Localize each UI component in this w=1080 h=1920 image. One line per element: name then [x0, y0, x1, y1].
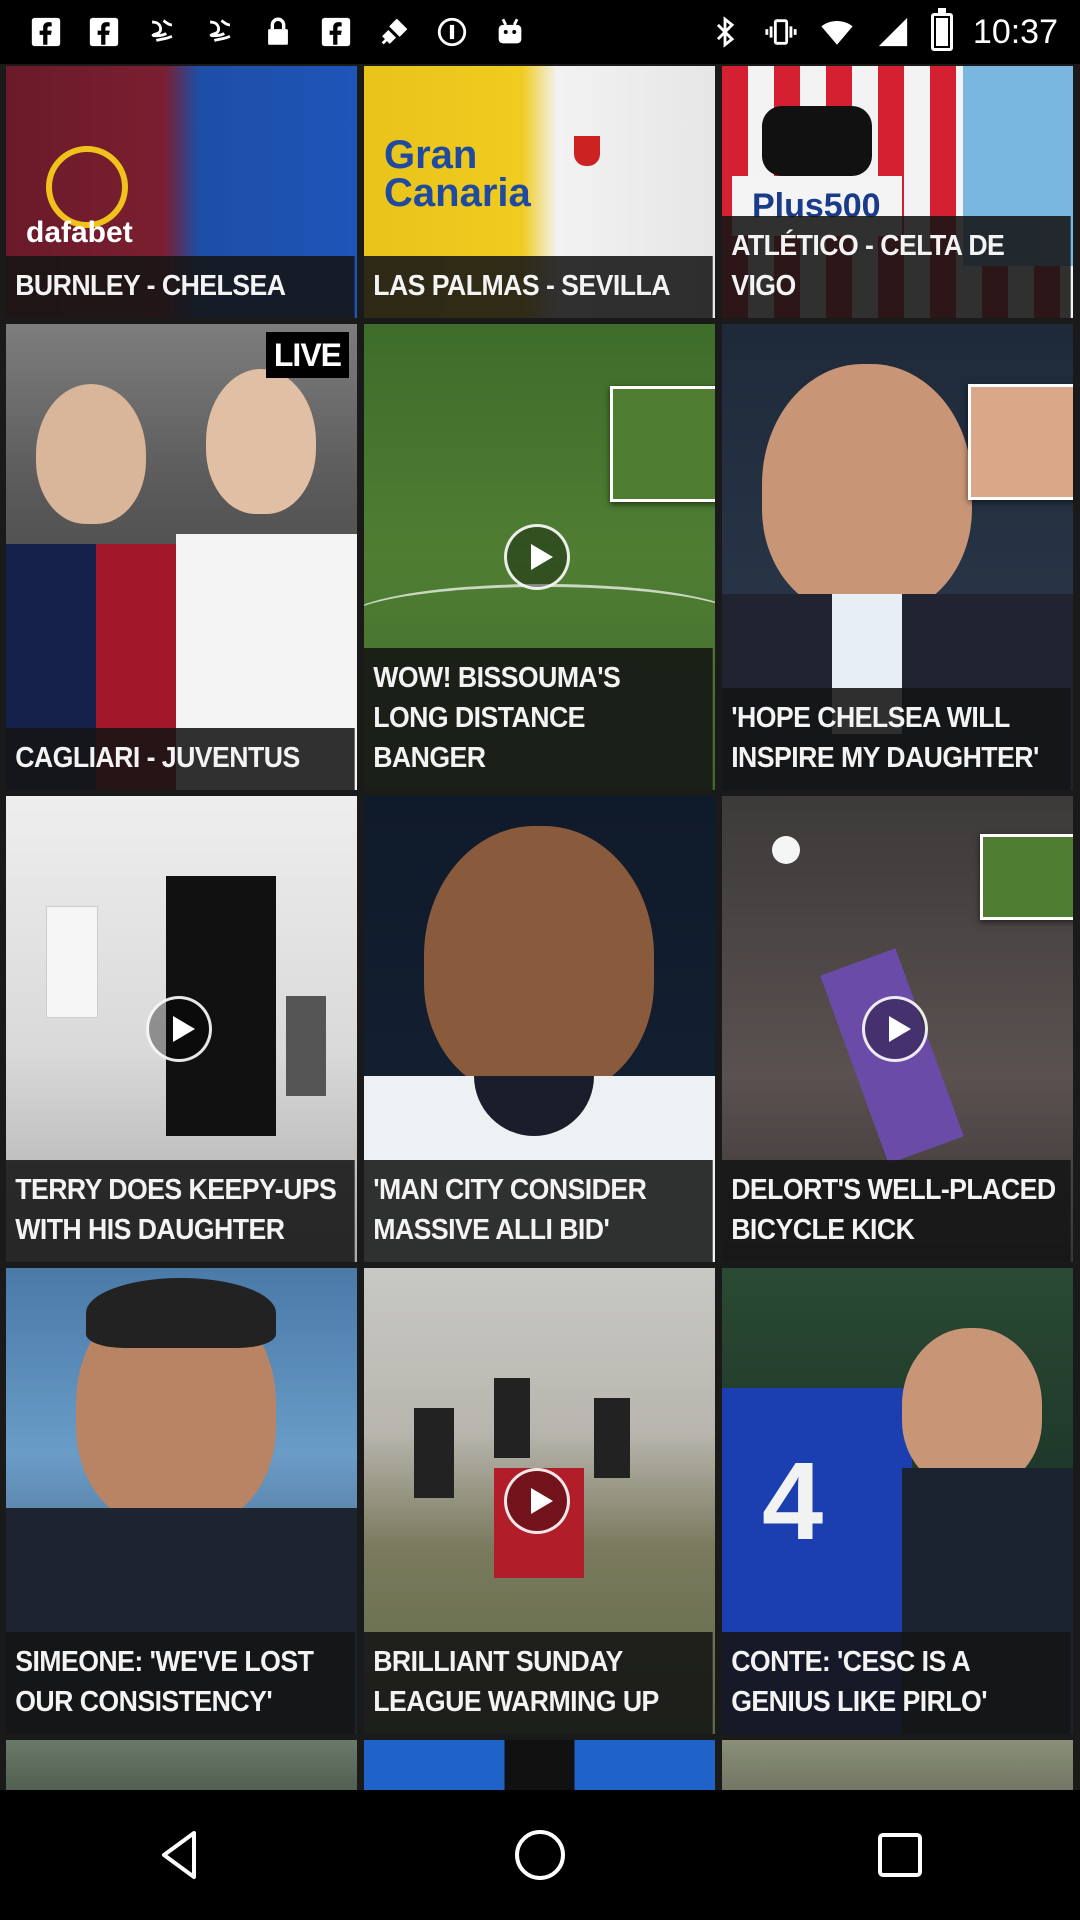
- tile-hope-chelsea-inspire[interactable]: 'HOPE CHELSEA WILL INSPIRE MY DAUGHTER': [722, 324, 1073, 790]
- tile-partial[interactable]: [6, 1740, 357, 1790]
- tile-caption: BRILLIANT SUNDAY LEAGUE WARMING UP: [364, 1632, 713, 1734]
- android-icon: [492, 14, 528, 50]
- player: [494, 1378, 530, 1458]
- manager-face: [902, 1328, 1042, 1488]
- lock-icon: [260, 14, 296, 50]
- live-badge: LIVE: [265, 332, 349, 378]
- tile-caption: TERRY DOES KEEPY-UPS WITH HIS DAUGHTER: [6, 1160, 355, 1262]
- daughter-inset: [968, 384, 1073, 500]
- facebook-icon: [86, 14, 122, 50]
- thumbnail-image: [6, 1740, 357, 1790]
- sponsor-text: dafabet: [26, 216, 133, 249]
- vibrate-icon: [763, 14, 799, 50]
- pitch-marking: [364, 584, 715, 657]
- player-face: [424, 826, 654, 1096]
- tile-partial[interactable]: [364, 1740, 715, 1790]
- tile-bissouma-banger[interactable]: WOW! BISSOUMA'S LONG DISTANCE BANGER: [364, 324, 715, 790]
- tile-caption: LAS PALMAS - SEVILLA: [364, 256, 713, 318]
- sponsor-text: Gran Canaria: [384, 133, 531, 215]
- tile-caption: BURNLEY - CHELSEA: [6, 256, 355, 318]
- replay-inset: [610, 386, 715, 502]
- player-face: [206, 369, 316, 514]
- signal-icon: [875, 14, 911, 50]
- thumbnail-image: [722, 1740, 1073, 1790]
- manager-face: [762, 364, 972, 614]
- system-status: 10:37: [707, 8, 1058, 56]
- player: [594, 1398, 630, 1478]
- player: [414, 1408, 454, 1498]
- tile-sunday-league-warmup[interactable]: BRILLIANT SUNDAY LEAGUE WARMING UP: [364, 1268, 715, 1734]
- tile-caption: SIMEONE: 'WE'VE LOST OUR CONSISTENCY': [6, 1632, 355, 1734]
- clock: 10:37: [972, 12, 1058, 51]
- highlights-grid[interactable]: dafabet BURNLEY - CHELSEA Gran Canaria LA…: [0, 64, 1080, 1790]
- tile-caption: DELORT'S WELL-PLACED BICYCLE KICK: [722, 1160, 1071, 1262]
- notification-icons: [28, 10, 528, 54]
- battery-icon: [930, 8, 953, 51]
- tile-burnley-chelsea[interactable]: dafabet BURNLEY - CHELSEA: [6, 66, 357, 318]
- tile-partial[interactable]: [722, 1740, 1073, 1790]
- ball: [772, 836, 800, 864]
- tile-conte-cesc-genius[interactable]: 4 CONTE: 'CESC IS A GENIUS LIKE PIRLO': [722, 1268, 1073, 1734]
- back-icon[interactable]: [135, 1810, 225, 1900]
- play-icon[interactable]: [503, 1468, 570, 1534]
- tile-las-palmas-sevilla[interactable]: Gran Canaria LAS PALMAS - SEVILLA: [364, 66, 715, 318]
- bluetooth-icon: [707, 14, 743, 50]
- tile-caption: WOW! BISSOUMA'S LONG DISTANCE BANGER: [364, 648, 713, 790]
- navigation-bar: [0, 1790, 1080, 1920]
- home-icon[interactable]: [495, 1810, 585, 1900]
- tile-atletico-celta[interactable]: Plus500 ATLÉTICO - CELTA DE VIGO: [722, 66, 1073, 318]
- club-crest: [574, 136, 600, 166]
- tile-terry-keepy-ups[interactable]: TERRY DOES KEEPY-UPS WITH HIS DAUGHTER: [6, 796, 357, 1262]
- glove: [762, 106, 872, 176]
- play-icon[interactable]: [861, 996, 928, 1062]
- tile-simeone-consistency[interactable]: SIMEONE: 'WE'VE LOST OUR CONSISTENCY': [6, 1268, 357, 1734]
- tile-man-city-alli-bid[interactable]: 'MAN CITY CONSIDER MASSIVE ALLI BID': [364, 796, 715, 1262]
- person: [46, 906, 98, 1018]
- fake-gps-icon: [376, 14, 412, 50]
- tile-caption: 'MAN CITY CONSIDER MASSIVE ALLI BID': [364, 1160, 713, 1262]
- app-icon: [144, 14, 180, 50]
- recents-icon[interactable]: [855, 1810, 945, 1900]
- jersey-number: 4: [762, 1440, 824, 1563]
- tile-delort-bicycle-kick[interactable]: DELORT'S WELL-PLACED BICYCLE KICK: [722, 796, 1073, 1262]
- player-face: [36, 384, 146, 524]
- facebook-icon: [28, 14, 64, 50]
- info-icon: [434, 14, 470, 50]
- tile-caption: CAGLIARI - JUVENTUS: [6, 728, 355, 790]
- replay-inset: [980, 834, 1073, 920]
- tile-caption: CONTE: 'CESC IS A GENIUS LIKE PIRLO': [722, 1632, 1071, 1734]
- tile-caption: 'HOPE CHELSEA WILL INSPIRE MY DAUGHTER': [722, 688, 1071, 790]
- tile-cagliari-juventus[interactable]: LIVE CAGLIARI - JUVENTUS: [6, 324, 357, 790]
- play-icon[interactable]: [145, 996, 212, 1062]
- facebook-icon: [318, 14, 354, 50]
- child: [286, 996, 326, 1096]
- hair: [86, 1278, 276, 1348]
- app-icon: [202, 14, 238, 50]
- wifi-icon: [819, 14, 855, 50]
- play-icon[interactable]: [503, 524, 570, 590]
- status-bar: 10:37: [0, 0, 1080, 64]
- tile-caption: ATLÉTICO - CELTA DE VIGO: [722, 216, 1071, 318]
- thumbnail-image: [6, 324, 357, 790]
- thumbnail-image: [364, 1740, 715, 1790]
